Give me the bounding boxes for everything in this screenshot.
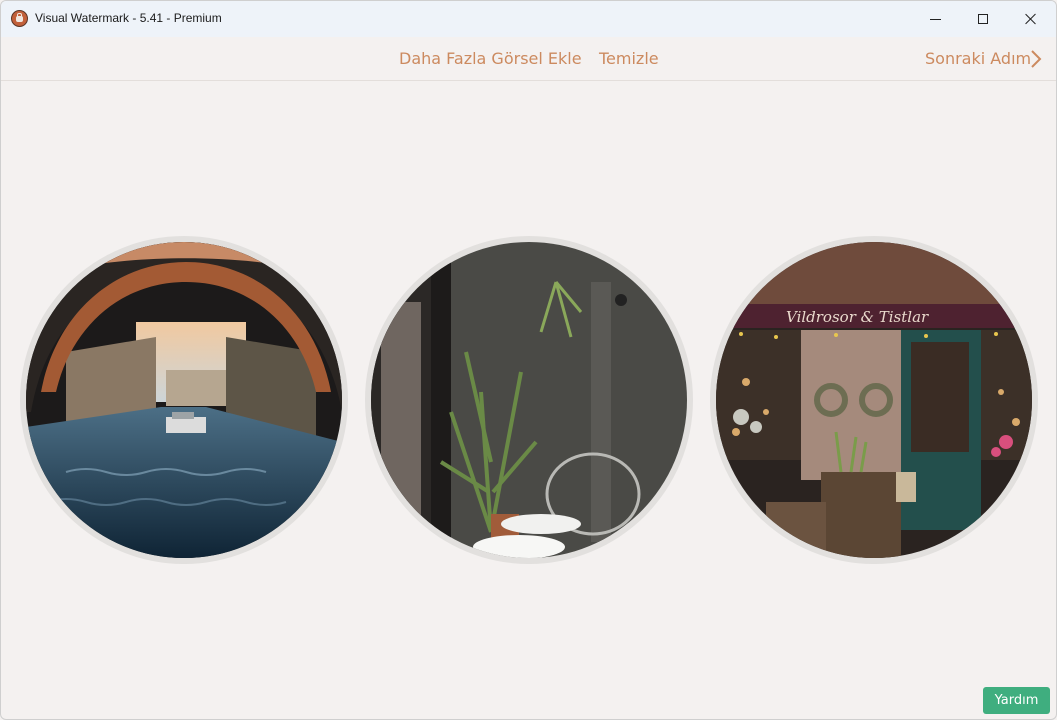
app-window: Visual Watermark - 5.41 - Premium Daha F… — [0, 0, 1057, 720]
image-thumbnail[interactable]: Vildrosor & Tistlar — [710, 236, 1038, 564]
add-more-images-button[interactable]: Daha Fazla Görsel Ekle — [399, 49, 582, 68]
flower-shop-storefront-photo: Vildrosor & Tistlar — [716, 242, 1032, 558]
window-title: Visual Watermark - 5.41 - Premium — [35, 11, 222, 25]
next-step-button[interactable]: Sonraki Adım — [925, 49, 1031, 68]
chevron-right-icon[interactable] — [1030, 50, 1042, 68]
close-icon — [1025, 13, 1037, 25]
app-lock-icon — [11, 10, 28, 27]
toolbar: Daha Fazla Görsel Ekle Temizle Sonraki A… — [1, 37, 1056, 81]
maximize-icon — [977, 14, 988, 24]
shop-sign-text: Vildrosor & Tistlar — [786, 308, 929, 326]
close-button[interactable] — [1007, 1, 1054, 37]
help-button[interactable]: Yardım — [983, 687, 1050, 714]
cafe-plants-chairs-photo — [371, 242, 687, 558]
image-thumbnail[interactable] — [365, 236, 693, 564]
minimize-icon — [930, 18, 941, 20]
title-bar: Visual Watermark - 5.41 - Premium — [1, 1, 1056, 37]
maximize-button[interactable] — [959, 1, 1006, 37]
canal-under-bridge-photo — [26, 242, 342, 558]
image-thumbnail[interactable] — [20, 236, 348, 564]
clear-button[interactable]: Temizle — [599, 49, 659, 68]
minimize-button[interactable] — [912, 1, 959, 37]
